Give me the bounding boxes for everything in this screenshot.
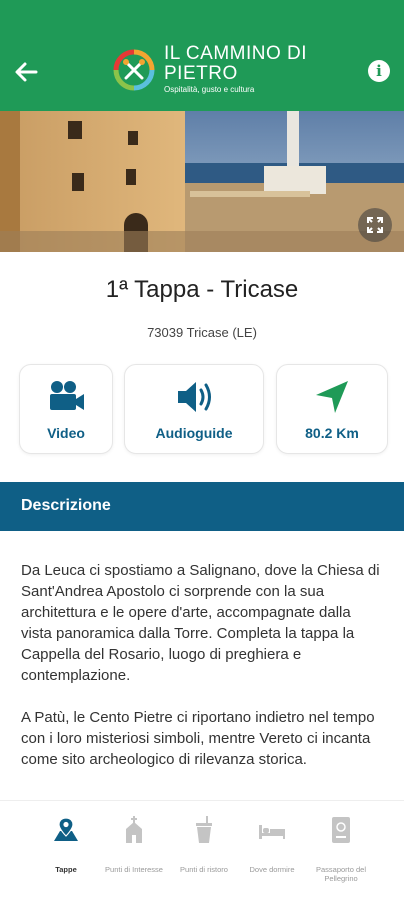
description-heading: Descrizione bbox=[21, 497, 111, 514]
speaker-icon bbox=[178, 382, 211, 412]
navigate-button[interactable]: 80.2 Km bbox=[276, 364, 388, 454]
nav-label: Passaporto del Pellegrino bbox=[315, 865, 367, 883]
description-paragraph: Da Leuca ci spostiamo a Salignano, dove … bbox=[21, 562, 380, 684]
bottom-navigation: Tappe Punti di Interesse Punti di ristor… bbox=[0, 800, 404, 901]
video-camera-icon bbox=[50, 381, 84, 410]
audioguide-label: Audioguide bbox=[155, 425, 233, 441]
nav-label: Dove dormire bbox=[249, 865, 295, 874]
navigation-arrow-icon bbox=[316, 381, 348, 413]
stage-title: 1ª Tappa - Tricase bbox=[105, 276, 299, 303]
description-paragraph: A Patù, le Cento Pietre ci riportano ind… bbox=[21, 709, 375, 768]
nav-passaporto[interactable]: Passaporto del Pellegrino bbox=[301, 813, 381, 883]
app-subtitle: Ospitalità, gusto e cultura bbox=[164, 85, 255, 94]
video-button[interactable]: Video bbox=[19, 364, 113, 454]
distance-label: 80.2 Km bbox=[305, 425, 359, 441]
cammino-logo bbox=[113, 49, 155, 91]
fullscreen-button[interactable] bbox=[358, 208, 392, 242]
info-icon[interactable]: i bbox=[368, 60, 390, 82]
lighthouse-photo bbox=[0, 111, 404, 252]
church-icon bbox=[126, 816, 142, 843]
map-pin-icon bbox=[54, 817, 78, 841]
video-label: Video bbox=[47, 425, 85, 441]
expand-icon bbox=[367, 217, 383, 233]
audioguide-button[interactable]: Audioguide bbox=[124, 364, 264, 454]
nav-punti-interesse[interactable]: Punti di Interesse bbox=[94, 813, 174, 883]
description-header: Descrizione bbox=[0, 482, 404, 531]
stage-address: 73039 Tricase (LE) bbox=[147, 325, 257, 340]
bed-icon bbox=[259, 825, 285, 839]
stage-hero-image bbox=[0, 111, 404, 252]
nav-label: Punti di Interesse bbox=[105, 865, 163, 874]
nav-dove-dormire[interactable]: Dove dormire bbox=[232, 813, 312, 883]
description-body: Da Leuca ci spostiamo a Salignano, dove … bbox=[21, 560, 385, 791]
app-header: IL CAMMINO DI PIETRO Ospitalità, gusto e… bbox=[0, 0, 404, 111]
drink-cup-icon bbox=[196, 816, 212, 843]
back-arrow-icon[interactable] bbox=[12, 58, 40, 86]
app-title: IL CAMMINO DI PIETRO bbox=[164, 43, 308, 84]
text-fade bbox=[0, 770, 404, 800]
passport-icon bbox=[332, 817, 350, 843]
